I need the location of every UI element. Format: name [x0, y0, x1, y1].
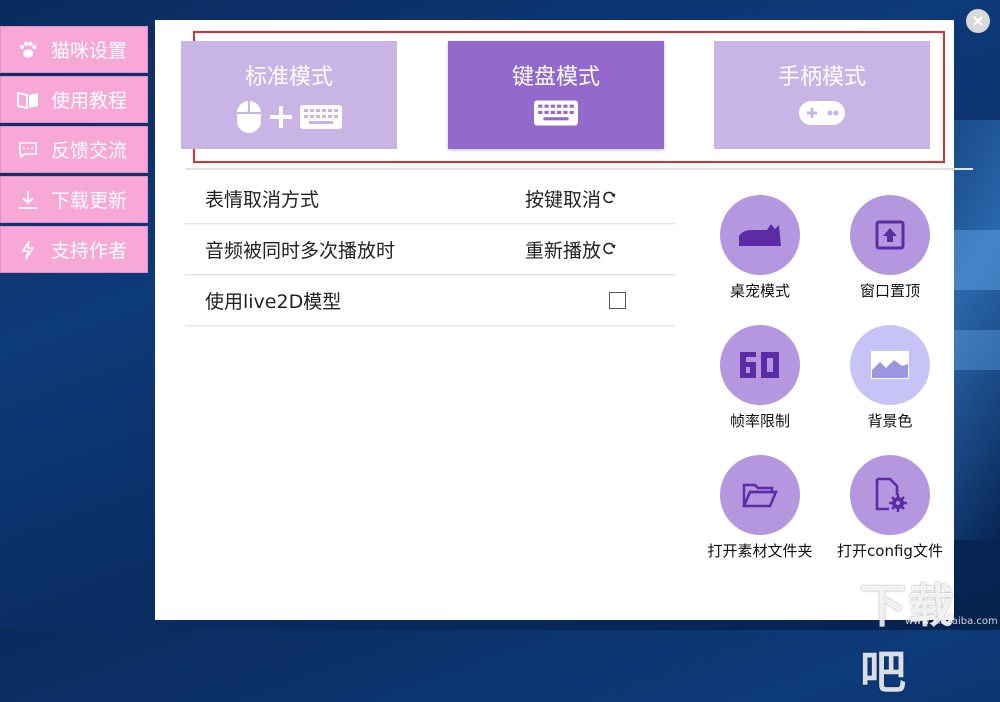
tool-label: 帧率限制: [729, 412, 790, 430]
mode-keyboard-button[interactable]: 键盘模式: [448, 41, 664, 149]
pet-mode-button[interactable]: 桌宠模式: [700, 195, 820, 301]
sidebar-item-label: 使用教程: [51, 90, 128, 112]
watermark-logo: 下载吧: [860, 579, 956, 699]
sidebar: 猫咪设置 使用教程 反馈交流 下载更新 支持作者: [0, 26, 150, 276]
close-button[interactable]: [966, 9, 990, 33]
open-assets-folder-button[interactable]: 打开素材文件夹: [700, 455, 820, 561]
setting-value: 按键取消: [525, 188, 602, 211]
open-config-file-button[interactable]: 打开config文件: [830, 455, 950, 561]
mode-standard-label: 标准模式: [244, 65, 333, 90]
cycle-icon: [603, 242, 616, 255]
fps-limit-button[interactable]: 帧率限制: [700, 325, 820, 431]
setting-row-audio-replay: 音频被同时多次播放时 重新播放: [185, 224, 675, 275]
keyboard-icon: [533, 99, 579, 127]
sidebar-item-tutorial[interactable]: 使用教程: [0, 76, 148, 123]
config-file-icon: [850, 455, 930, 535]
pin-top-icon: [850, 195, 930, 275]
sidebar-item-download-update[interactable]: 下载更新: [0, 176, 148, 223]
setting-value: 重新播放: [525, 239, 602, 262]
mouse-plus-keyboard-icon: [235, 99, 343, 135]
sidebar-item-label: 支持作者: [51, 240, 128, 262]
sidebar-item-label: 下载更新: [51, 190, 128, 212]
sidebar-item-cat-settings[interactable]: 猫咪设置: [0, 26, 148, 73]
setting-label: 音频被同时多次播放时: [205, 239, 396, 262]
live2d-checkbox[interactable]: [609, 291, 626, 309]
close-icon: [973, 16, 983, 26]
section-divider: [185, 168, 973, 170]
mode-keyboard-label: 键盘模式: [511, 65, 600, 90]
lightning-icon: [17, 239, 39, 261]
setting-label: 表情取消方式: [205, 188, 320, 211]
watermark-url: www.xiazaiba.com: [905, 616, 998, 627]
gamepad-icon: [798, 99, 846, 127]
setting-row-expression-cancel: 表情取消方式 按键取消: [185, 173, 675, 224]
expression-cancel-toggle[interactable]: 按键取消: [525, 185, 617, 212]
cycle-icon: [603, 191, 616, 204]
tool-label: 桌宠模式: [729, 282, 790, 300]
paw-icon: [17, 39, 39, 61]
folder-open-icon: [720, 455, 800, 535]
main-panel: 标准模式 键盘模式 手柄模式 表情取消方式 按键取消 音频被同时多次播放时 重新…: [155, 20, 973, 620]
sidebar-item-label: 反馈交流: [51, 140, 128, 162]
sidebar-item-feedback[interactable]: 反馈交流: [0, 126, 148, 173]
chat-icon: [17, 139, 39, 161]
tool-label: 打开config文件: [837, 542, 943, 560]
book-icon: [17, 89, 39, 111]
tool-label: 背景色: [867, 412, 913, 430]
image-icon: [850, 325, 930, 405]
tool-label: 窗口置顶: [859, 282, 920, 300]
settings-list: 表情取消方式 按键取消 音频被同时多次播放时 重新播放 使用live2D模型: [185, 173, 675, 326]
sidebar-item-support-author[interactable]: 支持作者: [0, 226, 148, 273]
tool-label: 打开素材文件夹: [707, 542, 813, 560]
background-color-button[interactable]: 背景色: [830, 325, 950, 431]
setting-label: 使用live2D模型: [205, 290, 342, 313]
mode-gamepad-label: 手柄模式: [777, 65, 866, 90]
audio-replay-toggle[interactable]: 重新播放: [525, 236, 617, 263]
download-icon: [17, 189, 39, 211]
sidebar-item-label: 猫咪设置: [51, 40, 128, 62]
setting-row-live2d: 使用live2D模型: [185, 275, 675, 326]
mode-standard-button[interactable]: 标准模式: [181, 41, 397, 149]
window-top-button[interactable]: 窗口置顶: [830, 195, 950, 301]
cat-silhouette-icon: [720, 195, 800, 275]
fps-60-icon: [720, 325, 800, 405]
mode-gamepad-button[interactable]: 手柄模式: [714, 41, 930, 149]
